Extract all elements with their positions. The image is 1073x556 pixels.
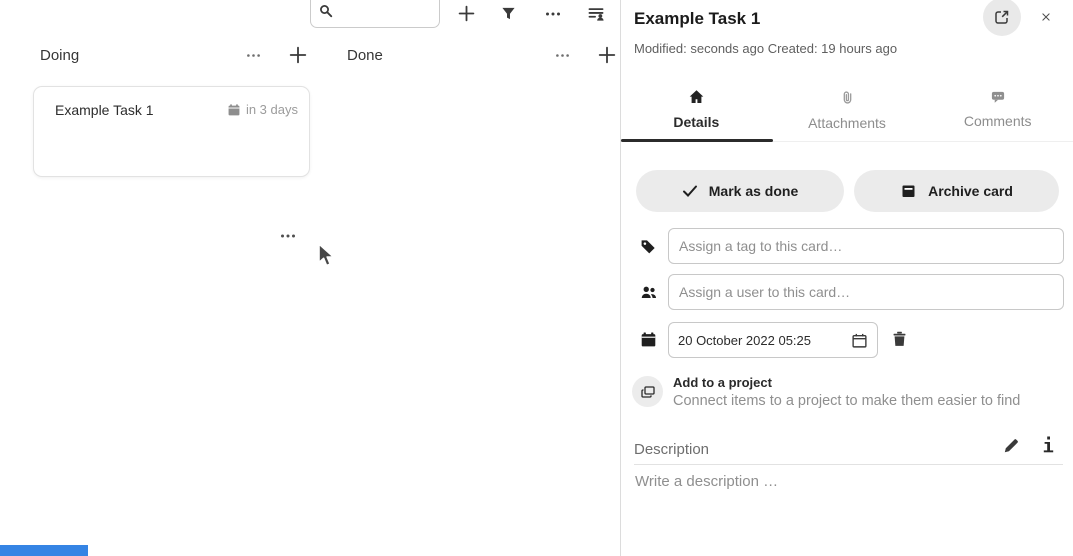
users-icon: [640, 284, 658, 306]
selection-artifact: [0, 545, 88, 556]
plus-icon: [458, 5, 475, 22]
card-title: Example Task 1: [55, 102, 154, 118]
add-card-button[interactable]: [457, 4, 475, 22]
pencil-icon: [1003, 438, 1019, 454]
panel-title: Example Task 1: [634, 9, 760, 29]
calendar-outline-icon: [851, 332, 868, 349]
board-menu-button[interactable]: [544, 6, 561, 21]
column-title-doing: Doing: [40, 47, 79, 64]
archive-card-button[interactable]: Archive card: [854, 170, 1059, 212]
column-done-add-button[interactable]: [597, 45, 616, 64]
tab-bar: Details Attachments Comments: [621, 85, 1073, 142]
ellipsis-icon: [554, 49, 571, 62]
add-to-project-subtitle: Connect items to a project to make them …: [673, 393, 1020, 409]
tab-attachments[interactable]: Attachments: [772, 85, 923, 141]
due-date-picker[interactable]: 20 October 2022 05:25: [668, 322, 878, 358]
edit-description-button[interactable]: [1002, 437, 1020, 455]
description-info-button[interactable]: [1040, 435, 1056, 455]
comment-icon: [990, 89, 1006, 104]
ellipsis-icon: [279, 229, 297, 243]
open-in-window-button[interactable]: [983, 0, 1021, 36]
close-panel-button[interactable]: [1035, 6, 1057, 28]
search-input[interactable]: [339, 5, 431, 22]
active-tab-indicator: [621, 139, 773, 142]
archive-icon: [900, 183, 917, 199]
plus-icon: [289, 46, 307, 64]
calendar-icon: [640, 331, 657, 353]
mark-as-done-button[interactable]: Mark as done: [636, 170, 844, 212]
due-date-value: 20 October 2022 05:25: [678, 333, 811, 348]
info-icon: [1042, 436, 1055, 455]
search-icon: [319, 4, 333, 23]
plus-icon: [598, 46, 616, 64]
column-doing-add-button[interactable]: [288, 45, 307, 64]
archive-card-label: Archive card: [928, 183, 1013, 199]
remove-due-date-button[interactable]: [890, 329, 909, 348]
tab-details[interactable]: Details: [621, 85, 772, 141]
paperclip-icon: [840, 89, 855, 106]
description-divider: [634, 464, 1063, 465]
filter-button[interactable]: [500, 5, 517, 22]
external-link-icon: [994, 9, 1010, 25]
panel-meta: Modified: seconds ago Created: 19 hours …: [634, 41, 897, 56]
filter-icon: [501, 6, 516, 21]
search-box[interactable]: [310, 0, 440, 28]
mark-as-done-label: Mark as done: [709, 183, 798, 199]
assign-user-input[interactable]: [668, 274, 1064, 310]
ellipsis-icon: [545, 7, 561, 21]
close-icon: [1041, 9, 1051, 25]
column-title-done: Done: [347, 47, 383, 64]
home-icon: [688, 89, 705, 105]
project-icon: [640, 384, 656, 400]
card-menu-button[interactable]: [278, 229, 297, 243]
kanban-board: Doing Done Example Task 1 in 3 days: [0, 0, 620, 556]
check-icon: [682, 184, 698, 198]
tab-label: Attachments: [808, 115, 886, 131]
column-doing-menu-button[interactable]: [244, 48, 263, 62]
add-to-project-button[interactable]: [632, 376, 663, 407]
assignee-list-button[interactable]: [586, 4, 605, 22]
assign-tag-input[interactable]: [668, 228, 1064, 264]
card-due-badge: in 3 days: [227, 102, 298, 117]
trash-icon: [891, 330, 908, 348]
column-done-menu-button[interactable]: [553, 48, 572, 62]
card-due-label: in 3 days: [246, 102, 298, 117]
description-label: Description: [634, 441, 709, 458]
assignee-list-icon: [587, 5, 605, 22]
tab-comments[interactable]: Comments: [922, 85, 1073, 141]
app-window: Doing Done Example Task 1 in 3 days: [0, 0, 1073, 556]
calendar-icon: [227, 103, 241, 117]
task-detail-panel: Example Task 1 Modified: seconds ago Cre…: [621, 0, 1073, 556]
ellipsis-icon: [245, 49, 262, 62]
tab-label: Comments: [964, 113, 1032, 129]
task-card[interactable]: Example Task 1 in 3 days: [33, 86, 310, 177]
tag-icon: [640, 238, 657, 260]
add-to-project-title[interactable]: Add to a project: [673, 375, 772, 390]
tab-label: Details: [673, 114, 719, 130]
description-placeholder[interactable]: Write a description …: [635, 473, 778, 490]
